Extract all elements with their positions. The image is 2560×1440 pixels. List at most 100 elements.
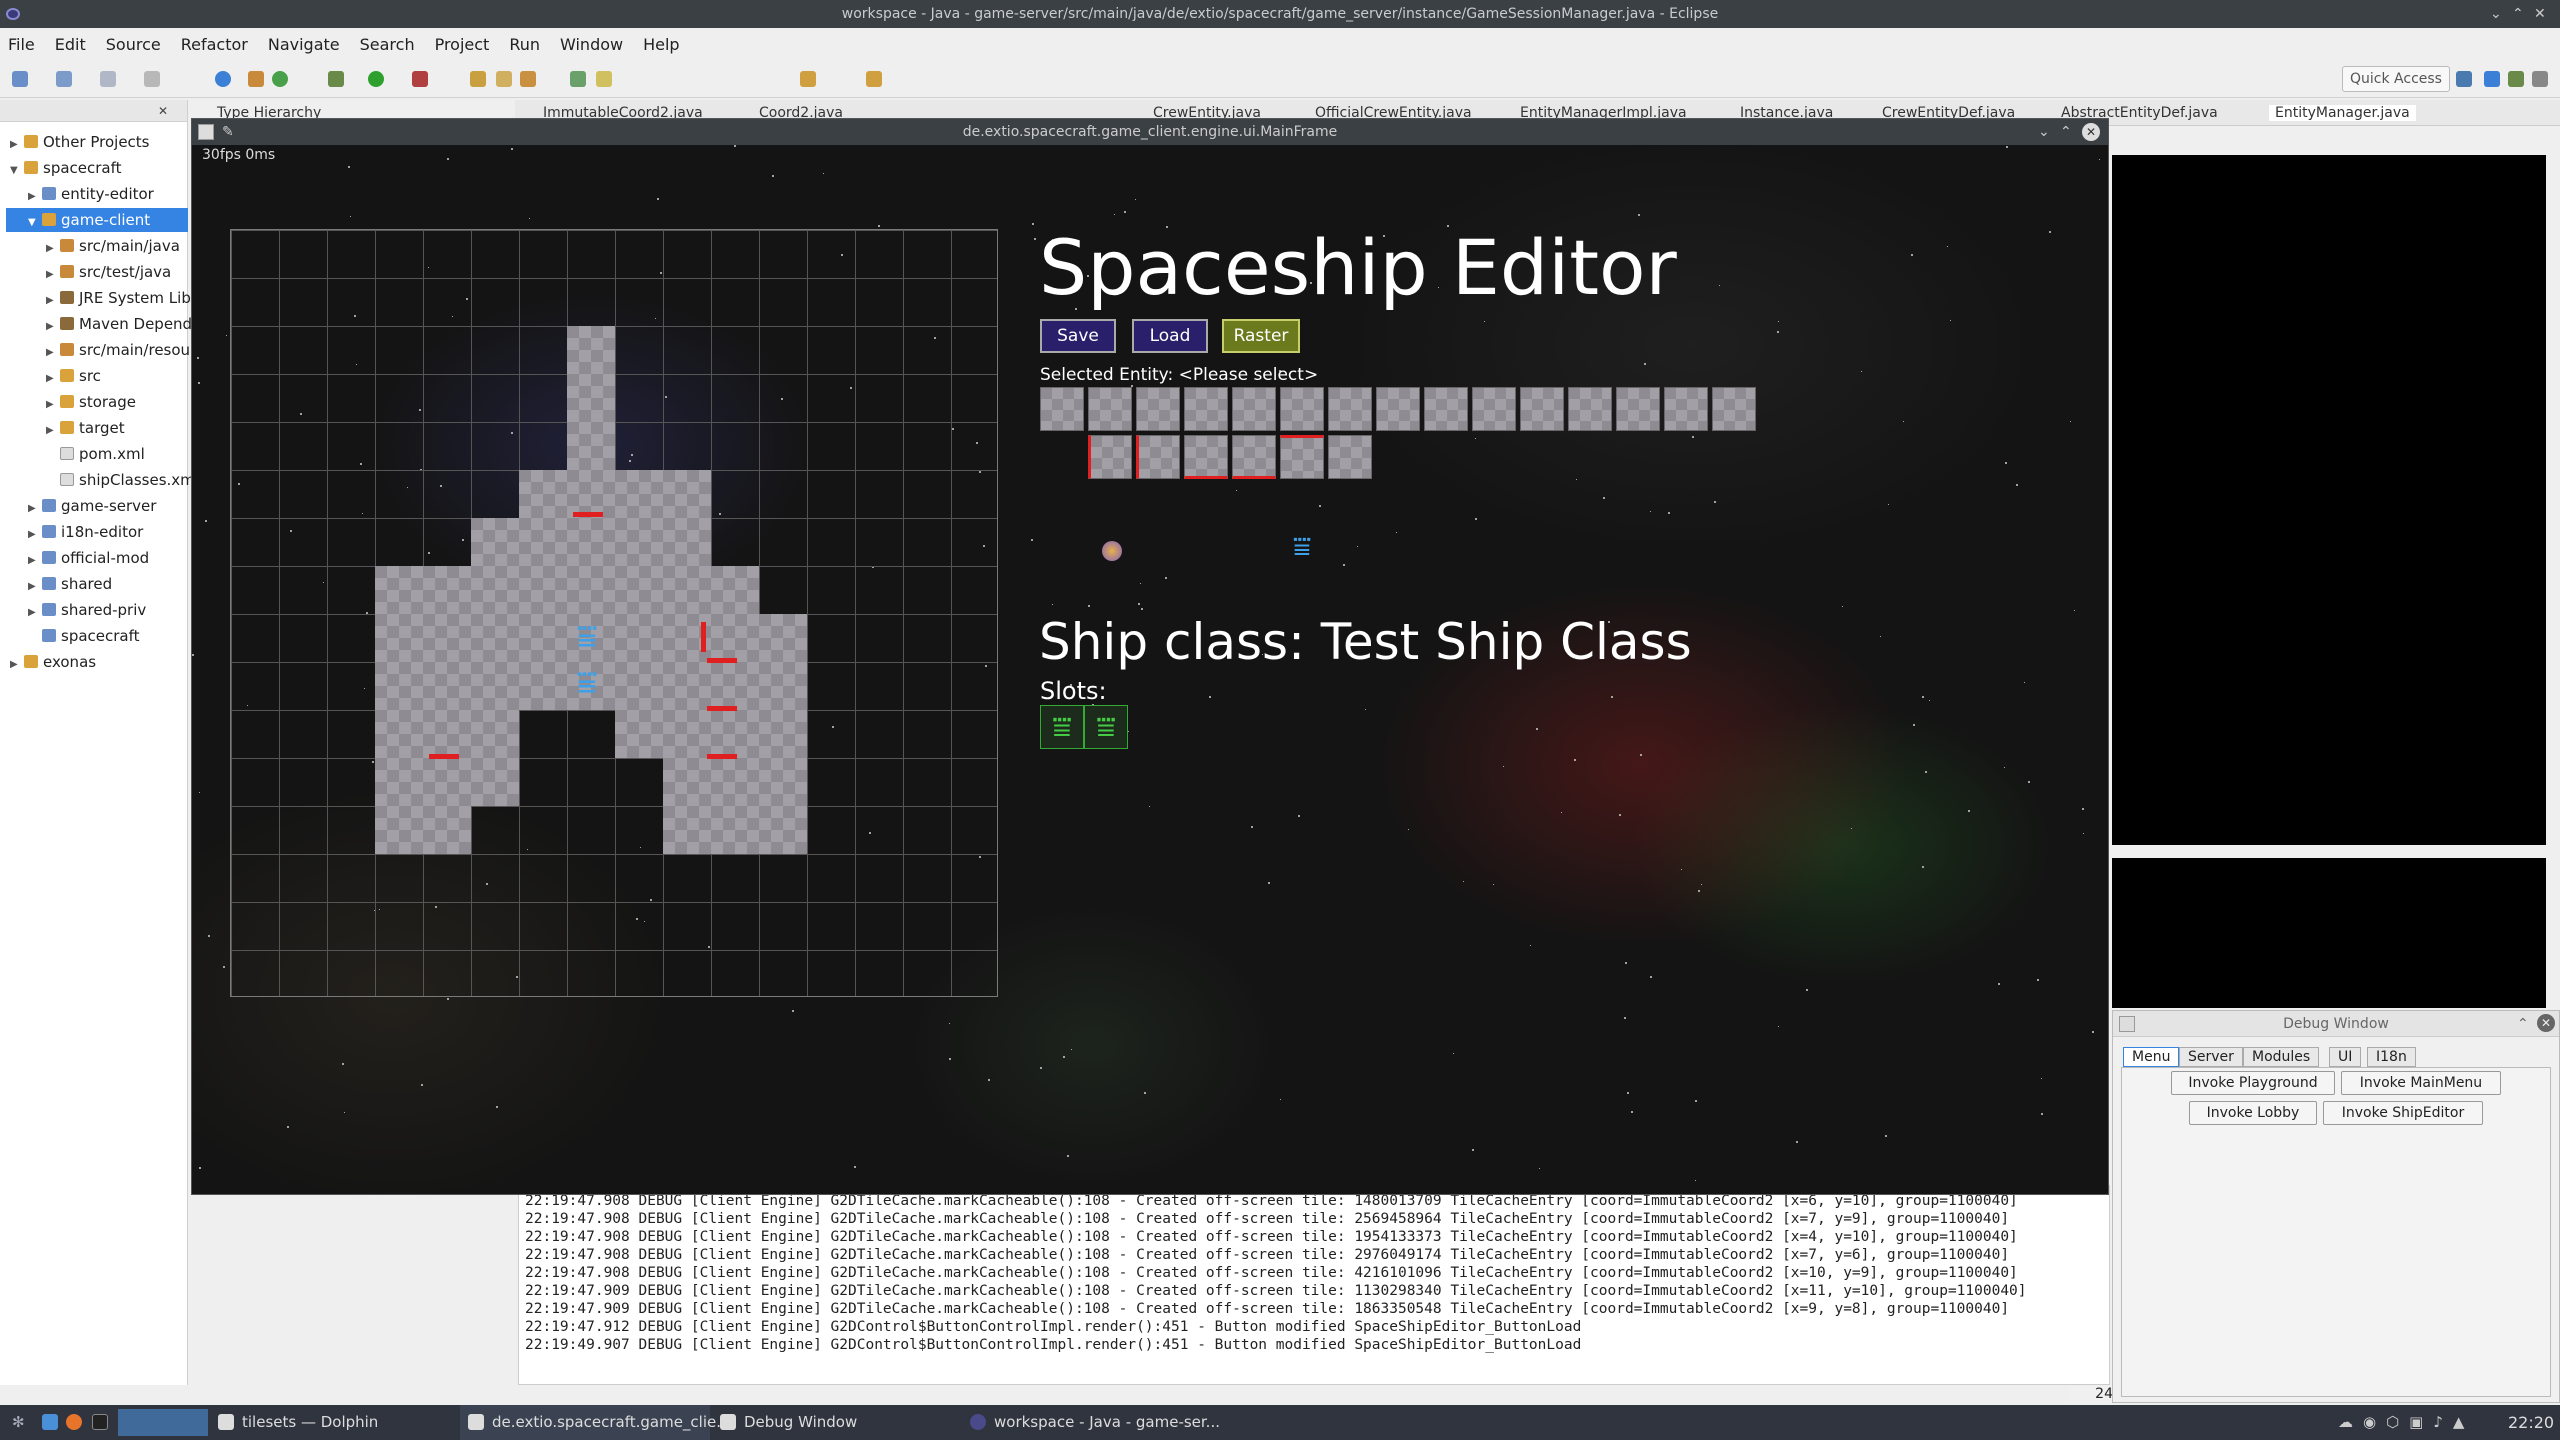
tree-item-other-projects[interactable]: ▶ Other Projects (10, 130, 150, 154)
save-all-icon[interactable] (100, 71, 116, 87)
menu-project[interactable]: Project (435, 35, 490, 54)
close-icon[interactable]: ✕ (2534, 0, 2546, 28)
tree-item-i18n-editor[interactable]: ▶ i18n-editor (28, 520, 143, 544)
new-icon[interactable] (12, 71, 28, 87)
tree-item-spacecraft[interactable]: ▼ spacecraft (10, 156, 122, 180)
debug-tab-ui[interactable]: UI (2329, 1047, 2362, 1067)
git-perspective-icon[interactable] (2532, 71, 2548, 87)
game-canvas[interactable]: 30fps 0ms ⩸ ⩸ Spaceship Editor Save Load… (192, 145, 2108, 1194)
task-dolphin[interactable]: tilesets — Dolphin (210, 1405, 378, 1440)
print-icon[interactable] (144, 71, 160, 87)
invoke-lobby-button[interactable]: Invoke Lobby (2189, 1101, 2317, 1125)
package-icon[interactable] (248, 71, 264, 87)
tree-item-src-test-java[interactable]: ▶ src/test/java (46, 260, 171, 284)
tree-item-src-main-resources[interactable]: ▶ src/main/resou (46, 338, 190, 362)
palette-tile[interactable] (1616, 387, 1660, 431)
palette-tile[interactable] (1184, 387, 1228, 431)
chevron-right-icon[interactable]: ▶ (46, 367, 60, 391)
info-icon[interactable] (215, 71, 231, 87)
raster-button[interactable]: Raster (1222, 319, 1300, 353)
tree-item-exonas[interactable]: ▶ exonas (10, 650, 96, 674)
palette-tile[interactable] (1280, 387, 1324, 431)
ship-editor-grid[interactable]: ⩸ ⩸ (230, 229, 998, 997)
palette-tile[interactable] (1664, 387, 1708, 431)
search-icon[interactable] (520, 71, 536, 87)
quick-access-input[interactable]: Quick Access (2342, 66, 2450, 92)
minimize-icon[interactable]: ⌄ (2490, 0, 2502, 28)
task-game-client[interactable]: de.extio.spacecraft.game_clie... (460, 1405, 731, 1440)
open-folder-icon[interactable] (496, 71, 512, 87)
external-tools-icon[interactable] (412, 71, 428, 87)
tree-item-storage[interactable]: ▶ storage (46, 390, 136, 414)
slot-engine-icon[interactable]: ⩸ (1084, 705, 1128, 749)
menu-window[interactable]: Window (560, 35, 623, 54)
run-icon[interactable] (368, 71, 384, 87)
tree-item-pom-xml[interactable]: pom.xml (60, 442, 145, 466)
invoke-mainmenu-button[interactable]: Invoke MainMenu (2341, 1071, 2501, 1095)
next-annotation-icon[interactable] (596, 71, 612, 87)
open-type-icon[interactable] (470, 71, 486, 87)
tree-item-shipclasses-xml[interactable]: shipClasses.xml (60, 468, 199, 492)
palette-tile[interactable] (1136, 435, 1180, 479)
chevron-right-icon[interactable]: ▶ (46, 341, 60, 365)
chevron-right-icon[interactable]: ▶ (28, 601, 42, 625)
chevron-right-icon[interactable]: ▶ (46, 393, 60, 417)
task-debug-window[interactable]: Debug Window (712, 1405, 857, 1440)
slot-engine-icon[interactable]: ⩸ (1040, 705, 1084, 749)
minimize-icon[interactable]: ⌄ (2038, 119, 2050, 145)
tree-item-entity-editor[interactable]: ▶ entity-editor (28, 182, 154, 206)
palette-tile[interactable] (1088, 435, 1132, 479)
chevron-right-icon[interactable]: ▶ (10, 653, 24, 677)
save-icon[interactable] (56, 71, 72, 87)
tree-item-game-server[interactable]: ▶ game-server (28, 494, 156, 518)
tree-item-src[interactable]: ▶ src (46, 364, 101, 388)
menu-search[interactable]: Search (360, 35, 415, 54)
chevron-right-icon[interactable]: ▶ (46, 419, 60, 443)
annotation-icon[interactable] (570, 71, 586, 87)
palette-tile[interactable] (1568, 387, 1612, 431)
back-icon[interactable] (800, 71, 816, 87)
forward-icon[interactable] (866, 71, 882, 87)
perspective-icon[interactable] (2456, 71, 2472, 87)
minimize-icon[interactable]: ⌃ (2517, 1011, 2529, 1037)
chevron-right-icon[interactable]: ▶ (46, 289, 60, 313)
app-launcher-icon[interactable]: ✻ (4, 1405, 25, 1440)
tree-item-src-main-java[interactable]: ▶ src/main/java (46, 234, 180, 258)
desktop-pager[interactable] (118, 1409, 208, 1436)
tab-entitymanager[interactable]: EntityManager.java (2269, 105, 2416, 121)
palette-tile[interactable] (1184, 435, 1228, 479)
chevron-right-icon[interactable]: ▶ (28, 185, 42, 209)
debug-tab-modules[interactable]: Modules (2243, 1047, 2320, 1067)
tree-item-jre[interactable]: ▶ JRE System Libr (46, 286, 197, 310)
debug-tab-server[interactable]: Server (2179, 1047, 2243, 1067)
menu-refactor[interactable]: Refactor (181, 35, 248, 54)
palette-tile[interactable] (1136, 387, 1180, 431)
menu-file[interactable]: File (8, 35, 35, 54)
palette-tile[interactable] (1088, 387, 1132, 431)
invoke-playground-button[interactable]: Invoke Playground (2171, 1071, 2335, 1095)
tree-item-spacecraft-sub[interactable]: spacecraft (42, 624, 140, 648)
debug-tab-menu[interactable]: Menu (2123, 1047, 2180, 1067)
palette-tile[interactable] (1040, 387, 1084, 431)
debug-perspective-icon[interactable] (2508, 71, 2524, 87)
chevron-right-icon[interactable]: ▶ (46, 315, 60, 339)
palette-tile[interactable] (1232, 387, 1276, 431)
palette-tile[interactable] (1328, 387, 1372, 431)
chevron-right-icon[interactable]: ▶ (28, 549, 42, 573)
chevron-down-icon[interactable]: ▼ (10, 159, 24, 183)
menu-source[interactable]: Source (106, 35, 161, 54)
menu-navigate[interactable]: Navigate (268, 35, 340, 54)
chevron-down-icon[interactable]: ▼ (28, 211, 42, 235)
palette-tile[interactable] (1232, 435, 1276, 479)
pin-icon[interactable]: ✎ (222, 119, 234, 145)
invoke-shipeditor-button[interactable]: Invoke ShipEditor (2323, 1101, 2483, 1125)
maximize-icon[interactable]: ⌃ (2512, 0, 2524, 28)
tree-item-target[interactable]: ▶ target (46, 416, 125, 440)
close-icon[interactable]: ✕ (2537, 1014, 2555, 1032)
palette-tile[interactable] (1280, 435, 1324, 479)
chevron-right-icon[interactable]: ▶ (10, 133, 24, 157)
engine-entity-icon[interactable]: ⩸ (1282, 533, 1322, 569)
tree-item-shared-priv[interactable]: ▶ shared-priv (28, 598, 146, 622)
chevron-right-icon[interactable]: ▶ (46, 263, 60, 287)
terminal-icon[interactable] (84, 1405, 116, 1440)
